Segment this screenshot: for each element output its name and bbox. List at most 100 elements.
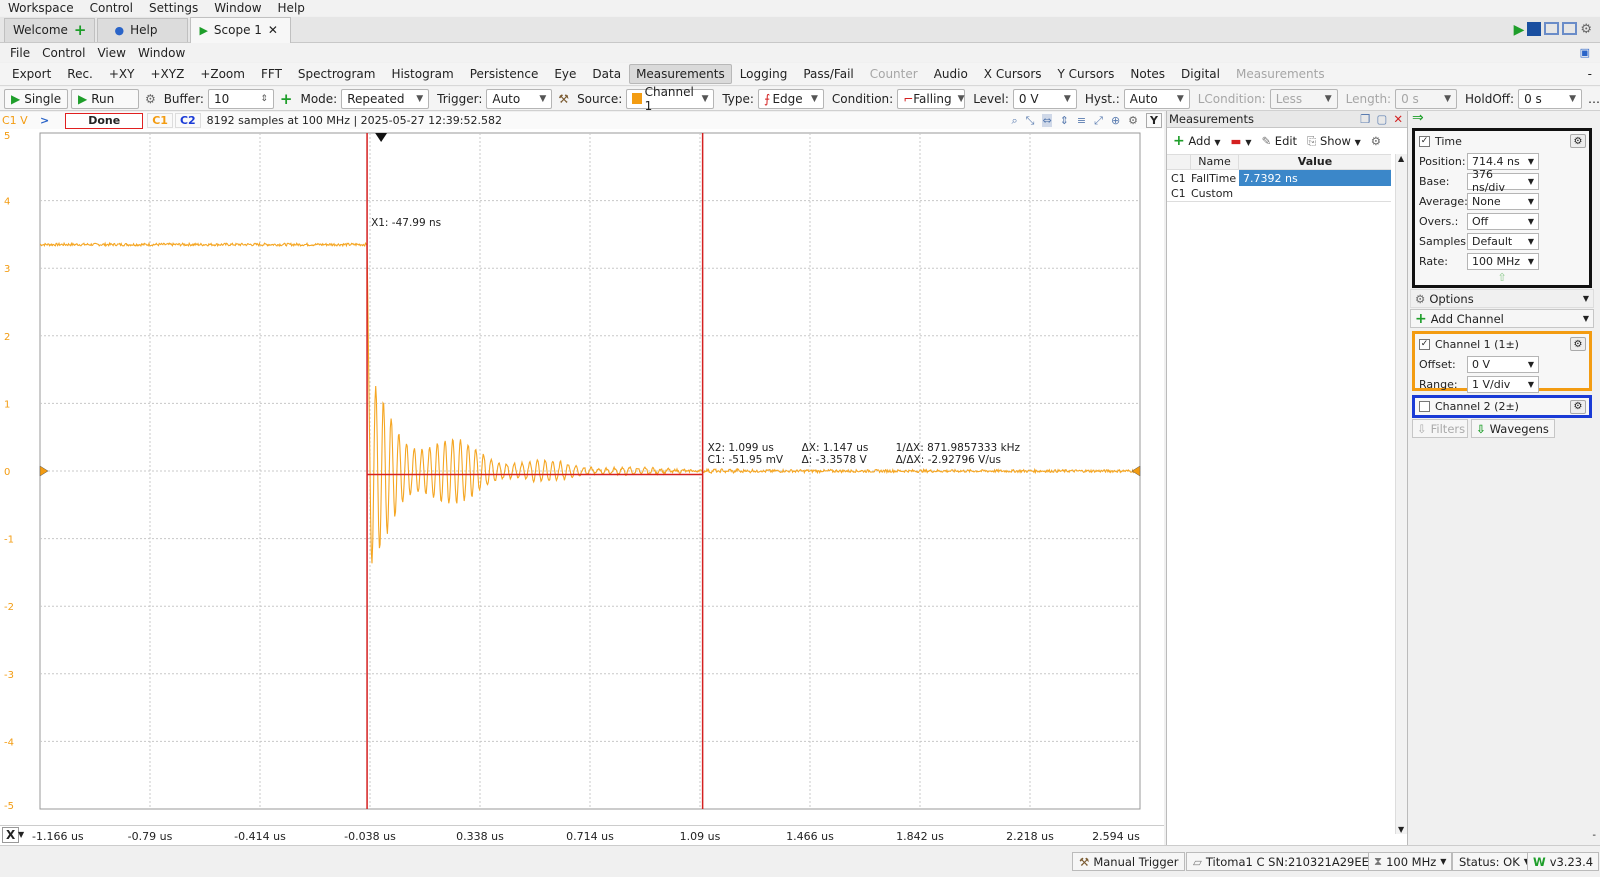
panel-collapse-icon[interactable]: - [1592,830,1596,841]
time-gear-icon[interactable]: ⚙ [1570,134,1586,148]
eye-button[interactable]: Eye [546,64,584,84]
trigger-select[interactable]: Auto ▼ [486,88,553,109]
time-checkbox[interactable]: ✓ [1419,135,1430,147]
export-button[interactable]: Export [0,64,59,84]
run-all-icon[interactable]: ▶ [1514,22,1525,38]
edit-measurement-button[interactable]: ✎ Edit [1262,134,1298,148]
pass-fail-button[interactable]: Pass/Fail [795,64,861,84]
align-icon[interactable]: ≡ [1077,114,1086,127]
toolbar-overflow-icon[interactable]: - [1580,64,1600,84]
acq-settings-icon[interactable]: ⚙ [145,92,156,106]
split-icon[interactable] [1562,21,1578,35]
run-button[interactable]: ▶ Run [71,88,139,109]
xy-button[interactable]: +XY [101,64,143,84]
menu-window[interactable]: Window [206,1,269,15]
samples-select[interactable]: Default ▼ [1467,232,1539,250]
wavegens-button[interactable]: ⇩ Wavegens [1471,419,1555,438]
base-select[interactable]: 376 ns/div ▼ [1467,168,1539,194]
show-measurement-button[interactable]: ⎘ Show ▼ [1307,134,1361,149]
measurements-disabled-button[interactable]: Measurements [1228,64,1333,84]
expand-icon[interactable]: ⤢ [1094,114,1103,128]
buffer-spinbox[interactable]: 10 ⇕ [207,88,274,109]
histogram-button[interactable]: Histogram [383,64,461,84]
type-select[interactable]: ⨍ Edge ▼ [757,88,824,109]
scroll-up-icon[interactable]: ▲ [1398,154,1404,163]
c1-badge[interactable]: C1 [147,113,173,128]
notes-button[interactable]: Notes [1122,64,1173,84]
trigger-hammer-icon[interactable]: ⚒ [558,92,569,106]
audio-button[interactable]: Audio [926,64,976,84]
device-status[interactable]: Status: OK ▼ [1452,852,1537,871]
plot-gear-icon[interactable]: ⚙ [1128,114,1138,127]
close-icon[interactable]: ✕ [1393,112,1403,126]
dock-icon[interactable]: ▣ [1574,46,1596,59]
channel-2-checkbox[interactable] [1419,401,1430,412]
c2-badge[interactable]: C2 [174,113,201,128]
persistence-button[interactable]: Persistence [462,64,547,84]
range-select[interactable]: 1 V/div ▼ [1467,375,1539,393]
data-button[interactable]: Data [584,64,629,84]
stop-all-icon[interactable] [1527,21,1542,36]
tab-welcome[interactable]: Welcome + [4,17,96,42]
counter-button[interactable]: Counter [862,64,926,84]
menu-view[interactable]: View [91,46,131,60]
tile-icon[interactable] [1544,21,1560,35]
fit-horizontal-icon[interactable]: ⇔ [1042,114,1052,127]
scope-plot[interactable]: 5 4 3 2 1 0 -1 -2 -3 -4 -5 X1: -47.99 ns X2: 1.099 u… [0,129,1164,825]
scroll-down-icon[interactable]: ▼ [1398,825,1404,834]
manual-trigger-button[interactable]: ⚒ Manual Trigger [1072,852,1186,871]
lcondition-select[interactable]: Less ▼ [1269,88,1338,109]
level-select[interactable]: 0 V ▼ [1012,88,1077,109]
length-select[interactable]: 0 s ▼ [1395,88,1458,109]
menu-scope-control[interactable]: Control [36,46,91,60]
overs-select[interactable]: Off ▼ [1467,212,1539,230]
version-info[interactable]: W v3.23.4 [1527,852,1600,871]
menu-scope-window[interactable]: Window [132,46,191,60]
offset-select[interactable]: 0 V ▼ [1467,355,1539,373]
zoom-button[interactable]: +Zoom [192,64,253,84]
condition-select[interactable]: ⌐ Falling ▼ [897,88,966,109]
chevron-right-icon[interactable]: > [40,114,49,127]
waveform-plot[interactable]: 5 4 3 2 1 0 -1 -2 -3 -4 -5 X1: -47.99 ns X2: 1.099 u… [0,129,1164,825]
measurements-button[interactable]: Measurements [629,64,732,84]
logging-button[interactable]: Logging [732,64,796,84]
digital-button[interactable]: Digital [1173,64,1228,84]
hyst-select[interactable]: Auto ▼ [1123,88,1190,109]
channel-1-checkbox[interactable]: ✓ [1419,338,1430,350]
more-icon[interactable]: … [1588,92,1600,106]
rate-select[interactable]: 100 MHz ▼ [1467,252,1539,270]
pan-icon[interactable]: ⤡ [1026,114,1035,128]
menu-workspace[interactable]: Workspace [0,1,82,15]
table-row[interactable]: C1 Custom [1167,186,1391,202]
zoom-in-icon[interactable]: ⊕ [1111,114,1120,127]
collapse-arrow-icon[interactable]: ⇒ [1412,110,1424,126]
measurements-gear-icon[interactable]: ⚙ [1371,134,1381,148]
remove-measurement-button[interactable]: ▬ ▼ [1230,134,1251,148]
spectrogram-button[interactable]: Spectrogram [290,64,384,84]
table-row[interactable]: C1 FallTime 7.7392 ns [1167,170,1391,186]
channel-1-gear-icon[interactable]: ⚙ [1570,337,1586,351]
maximize-icon[interactable]: ▢ [1376,112,1387,126]
close-icon[interactable]: ✕ [268,23,278,37]
y-axis-button[interactable]: Y [1146,113,1162,128]
zoom-icon[interactable]: ⌕ [1011,114,1017,128]
measurements-scrollbar[interactable]: ▲ ▼ [1395,154,1407,834]
position-select[interactable]: 714.4 ns ▼ [1467,152,1539,170]
holdoff-select[interactable]: 0 s ▼ [1518,88,1583,109]
add-channel-button[interactable]: + Add Channel ▼ [1410,309,1594,328]
single-button[interactable]: ▶ Single [4,88,68,109]
channel-2-gear-icon[interactable]: ⚙ [1570,399,1586,414]
rec-button[interactable]: Rec. [59,64,101,84]
clock-rate-selector[interactable]: ⧗ 100 MHz ▼ [1368,852,1453,871]
add-buffer-icon[interactable]: + [280,90,293,108]
expand-up-icon[interactable]: ⇧ [1415,271,1589,284]
menu-file[interactable]: File [0,46,36,60]
menu-help[interactable]: Help [270,1,313,15]
tab-scope-1[interactable]: ▶ Scope 1 ✕ [190,16,291,43]
device-selector[interactable]: ▱ Titoma1 C SN:210321A29EE8 [1186,852,1384,871]
menu-settings[interactable]: Settings [141,1,206,15]
source-select[interactable]: Channel 1 ▼ [626,85,715,113]
settings-gear-icon[interactable]: ⚙ [1580,22,1592,38]
restore-icon[interactable]: ❐ [1360,112,1370,126]
options-button[interactable]: ⚙ Options ▼ [1410,289,1594,308]
